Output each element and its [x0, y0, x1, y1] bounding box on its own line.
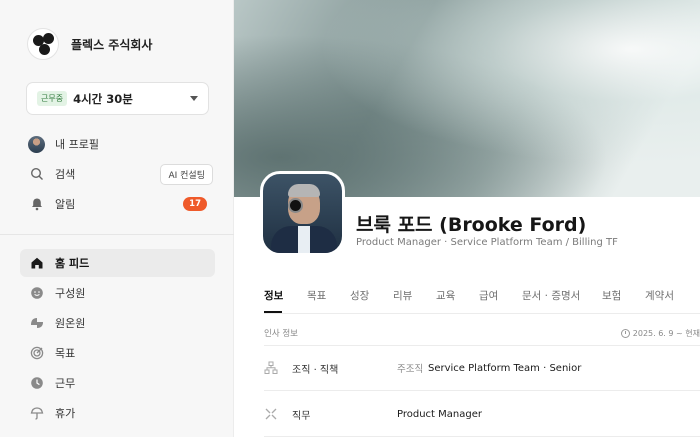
company-switcher[interactable]: 플렉스 주식회사 — [27, 27, 152, 61]
work-status-badge: 근무중 — [37, 91, 68, 106]
umbrella-icon — [28, 405, 45, 422]
sidebar-item-home-feed[interactable]: 홈 피드 — [20, 249, 215, 277]
row-divider — [264, 390, 700, 391]
sidebar-item-label: 홈 피드 — [55, 257, 90, 270]
home-icon — [28, 255, 45, 272]
info-row-organization[interactable]: 조직 · 직책 주조직 Service Platform Team · Seni… — [264, 348, 700, 388]
profile-photo — [260, 171, 345, 256]
info-label: 직무 — [292, 410, 311, 422]
tab-review[interactable]: 리뷰 — [393, 288, 412, 303]
sidebar-item-leave[interactable]: 휴가 — [20, 399, 215, 427]
company-logo — [27, 28, 59, 60]
org-icon — [264, 361, 278, 375]
work-duration: 4시간 30분 — [73, 91, 133, 106]
tabs-divider — [264, 313, 700, 314]
tab-insurance[interactable]: 보험 — [602, 288, 621, 303]
section-date-text: 2025. 6. 9 ~ 현재 — [632, 328, 700, 338]
one-on-one-icon — [28, 315, 45, 332]
profile-subtitle: Product Manager · Service Platform Team … — [356, 237, 618, 248]
tab-contract[interactable]: 계약서 — [645, 288, 674, 303]
ai-consulting-button[interactable]: AI 컨설팅 — [160, 163, 213, 185]
section-divider — [264, 345, 700, 346]
profile-name: 브룩 포드 (Brooke Ford) — [356, 214, 587, 236]
section-header: 인사 정보 2025. 6. 9 ~ 현재 — [264, 323, 700, 343]
target-icon — [28, 345, 45, 362]
sidebar-item-label: 근무 — [55, 377, 76, 390]
tab-salary[interactable]: 급여 — [479, 288, 498, 303]
tab-documents[interactable]: 문서 · 증명서 — [522, 288, 580, 303]
section-date[interactable]: 2025. 6. 9 ~ 현재 — [620, 328, 700, 339]
sidebar: 플렉스 주식회사 근무중 4시간 30분 내 프로필 검색 AI 컨설팅 알림 … — [0, 0, 234, 437]
info-value: Service Platform Team · Senior — [428, 362, 582, 374]
sidebar-item-label: 검색 — [55, 168, 76, 181]
info-row-role[interactable]: 직무 Product Manager — [264, 394, 700, 434]
tab-growth[interactable]: 성장 — [350, 288, 369, 303]
sidebar-item-goals[interactable]: 목표 — [20, 339, 215, 367]
tab-info[interactable]: 정보 — [264, 288, 283, 303]
avatar — [28, 135, 45, 153]
sidebar-item-label: 알림 — [55, 198, 76, 211]
sidebar-item-notifications[interactable]: 알림 17 — [20, 190, 215, 218]
history-icon — [620, 328, 630, 338]
bell-icon — [28, 196, 45, 213]
smile-icon — [28, 285, 45, 302]
tab-education[interactable]: 교육 — [436, 288, 455, 303]
tab-goals[interactable]: 목표 — [307, 288, 326, 303]
section-title: 인사 정보 — [264, 329, 298, 339]
sidebar-divider — [0, 234, 234, 235]
info-value: Product Manager — [397, 408, 482, 420]
work-status-dropdown[interactable]: 근무중 4시간 30분 — [26, 82, 209, 115]
sidebar-item-label: 구성원 — [55, 287, 86, 300]
profile-cover-image — [234, 0, 700, 197]
sidebar-item-members[interactable]: 구성원 — [20, 279, 215, 307]
role-icon — [264, 407, 278, 421]
sidebar-item-one-on-one[interactable]: 원온원 — [20, 309, 215, 337]
clock-icon — [28, 375, 45, 392]
info-label: 조직 · 직책 — [292, 364, 339, 376]
sidebar-item-work[interactable]: 근무 — [20, 369, 215, 397]
sidebar-item-label: 휴가 — [55, 407, 76, 420]
sidebar-item-label: 목표 — [55, 347, 76, 360]
main-content: 브룩 포드 (Brooke Ford) Product Manager · Se… — [234, 0, 700, 437]
info-prefix: 주조직 — [397, 364, 424, 375]
sidebar-item-label: 내 프로필 — [55, 138, 99, 151]
sidebar-item-my-profile[interactable]: 내 프로필 — [20, 130, 215, 158]
sidebar-item-search[interactable]: 검색 AI 컨설팅 — [20, 160, 215, 188]
search-icon — [28, 166, 45, 183]
chevron-down-icon — [190, 96, 198, 101]
notification-count-badge: 17 — [183, 197, 207, 211]
profile-tabs: 정보 목표 성장 리뷰 교육 급여 문서 · 증명서 보험 계약서 — [234, 288, 700, 310]
company-name: 플렉스 주식회사 — [71, 37, 153, 52]
sidebar-item-label: 원온원 — [55, 317, 86, 330]
